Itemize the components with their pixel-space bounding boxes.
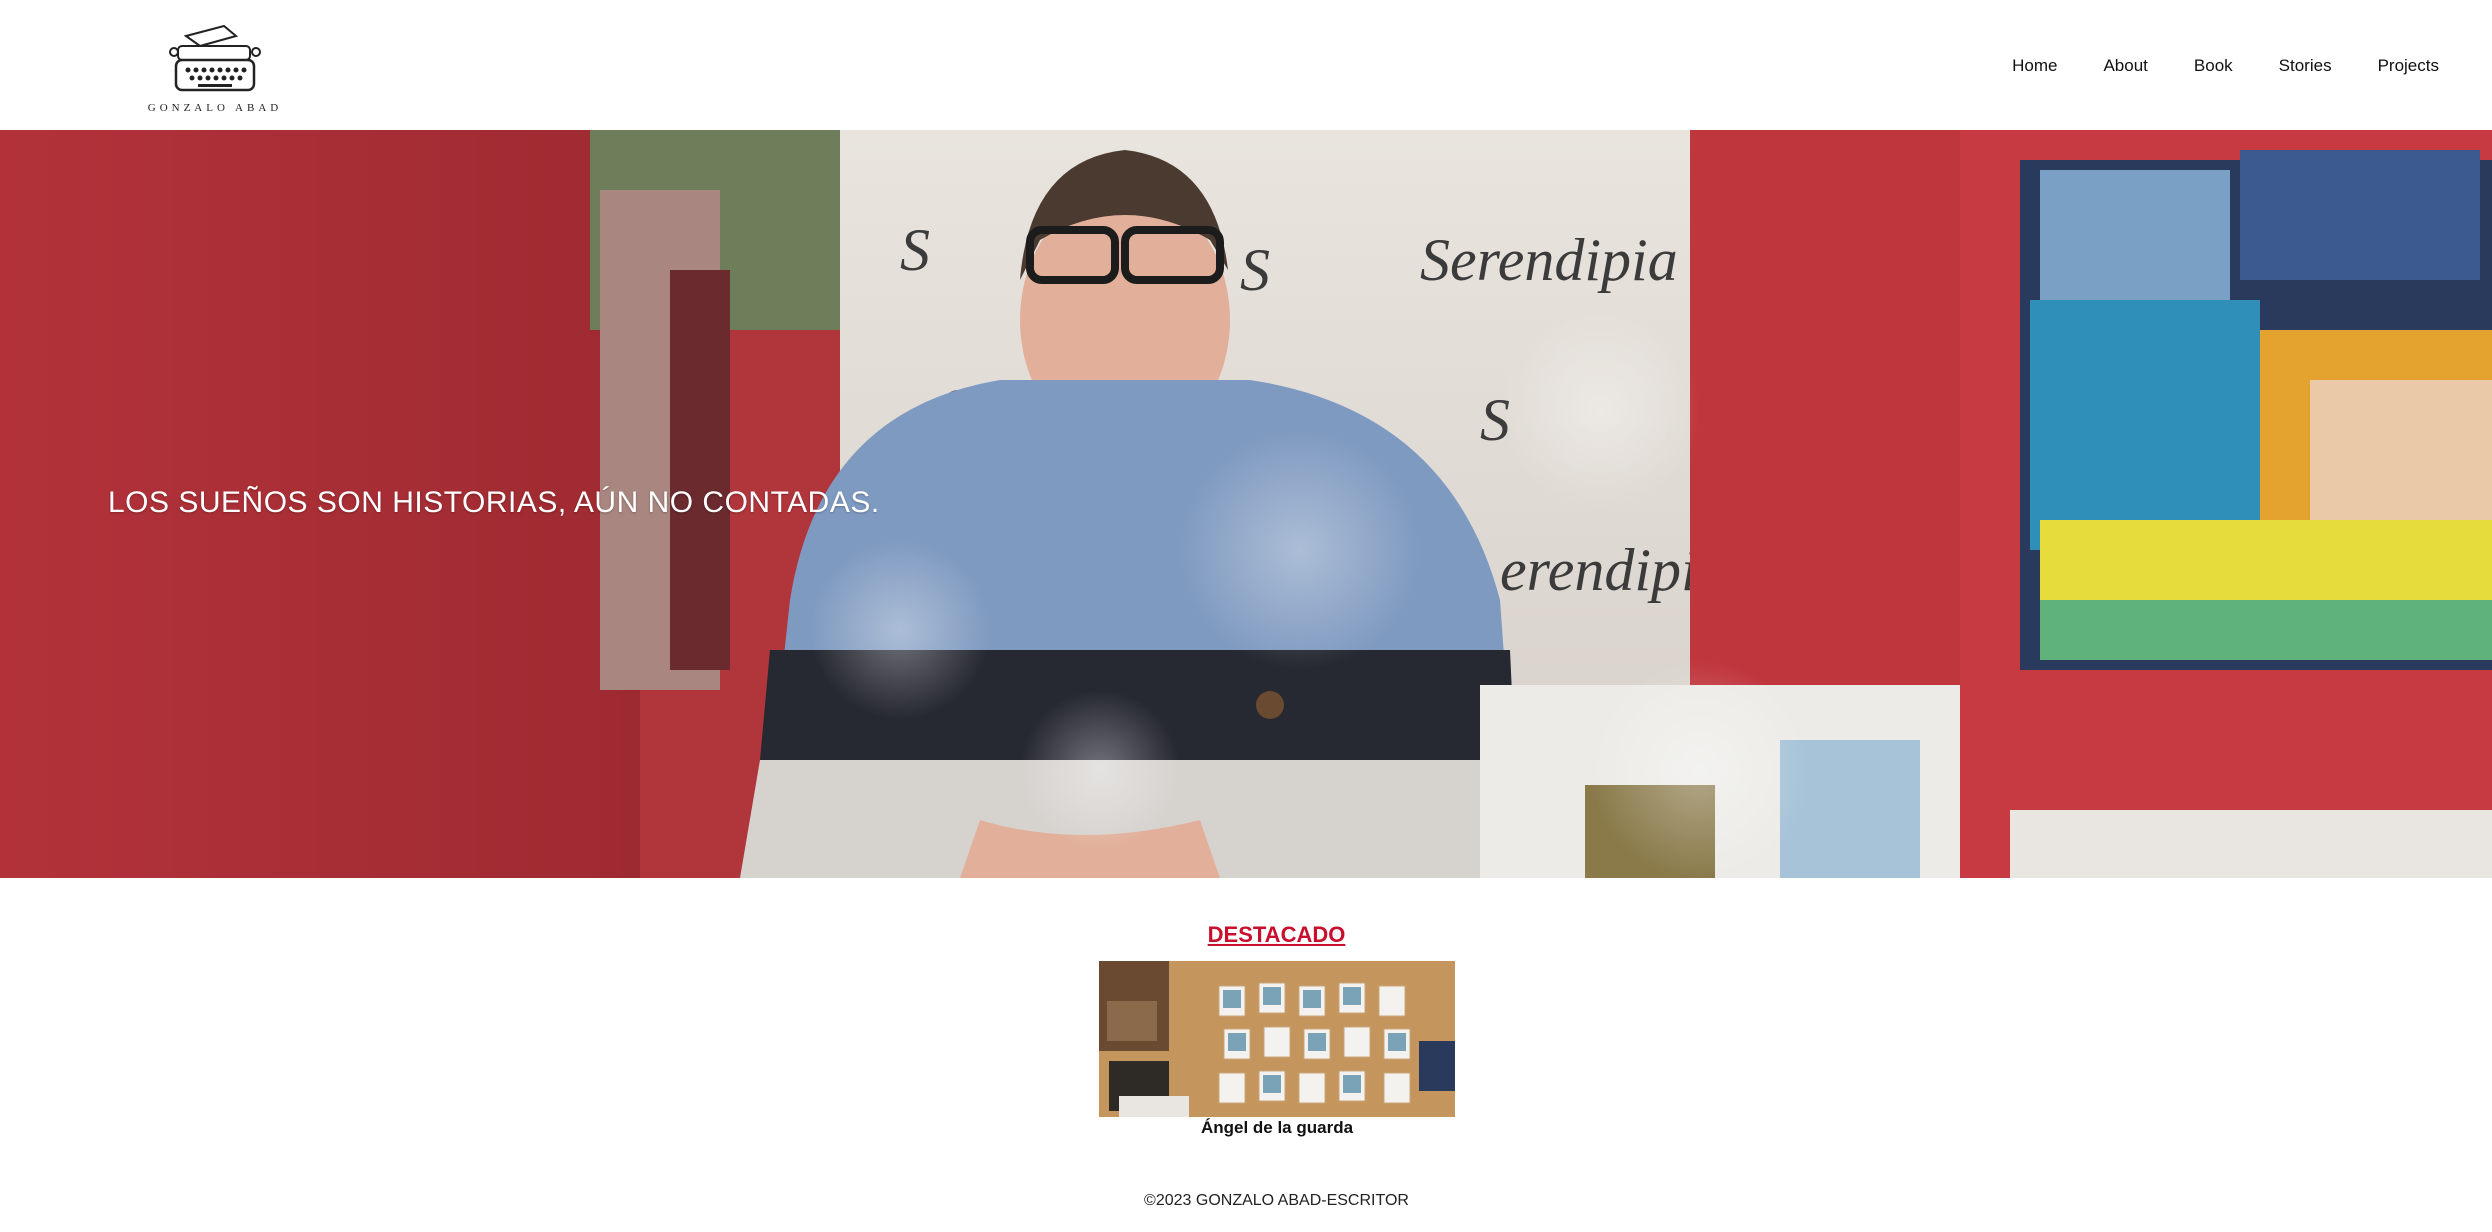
nav-projects[interactable]: Projects [2355,54,2462,78]
typewriter-icon [169,24,261,92]
site-footer: ©2023 GONZALO ABAD-ESCRITOR [0,1192,2492,1210]
featured-heading[interactable]: DESTACADO [0,922,2492,948]
featured-item-image[interactable] [1099,961,1455,1117]
svg-text:S: S [1240,237,1270,303]
featured-image [1099,961,1455,1117]
logo-text: GONZALO ABAD [147,102,283,114]
nav-book[interactable]: Book [2171,54,2256,78]
site-logo[interactable]: GONZALO ABAD [140,22,290,122]
site-header: GONZALO ABAD Home About Book Stories Pro… [0,0,2492,130]
featured-item-caption[interactable]: Ángel de la guarda [1099,1118,1455,1138]
copyright-text: ©2023 GONZALO ABAD-ESCRITOR [1144,1192,1409,1209]
nav-home[interactable]: Home [1989,54,2080,78]
nav-stories[interactable]: Stories [2256,54,2355,78]
hero-tagline: LOS SUEÑOS SON HISTORIAS, AÚN NO CONTADA… [108,486,880,519]
svg-text:S: S [900,217,930,283]
svg-text:Serendipia: Serendipia [1420,227,1678,293]
hero-banner: S S Serendipia S S erendipia [0,130,2492,878]
main-nav: Home About Book Stories Projects [1989,54,2462,78]
nav-about[interactable]: About [2080,54,2170,78]
